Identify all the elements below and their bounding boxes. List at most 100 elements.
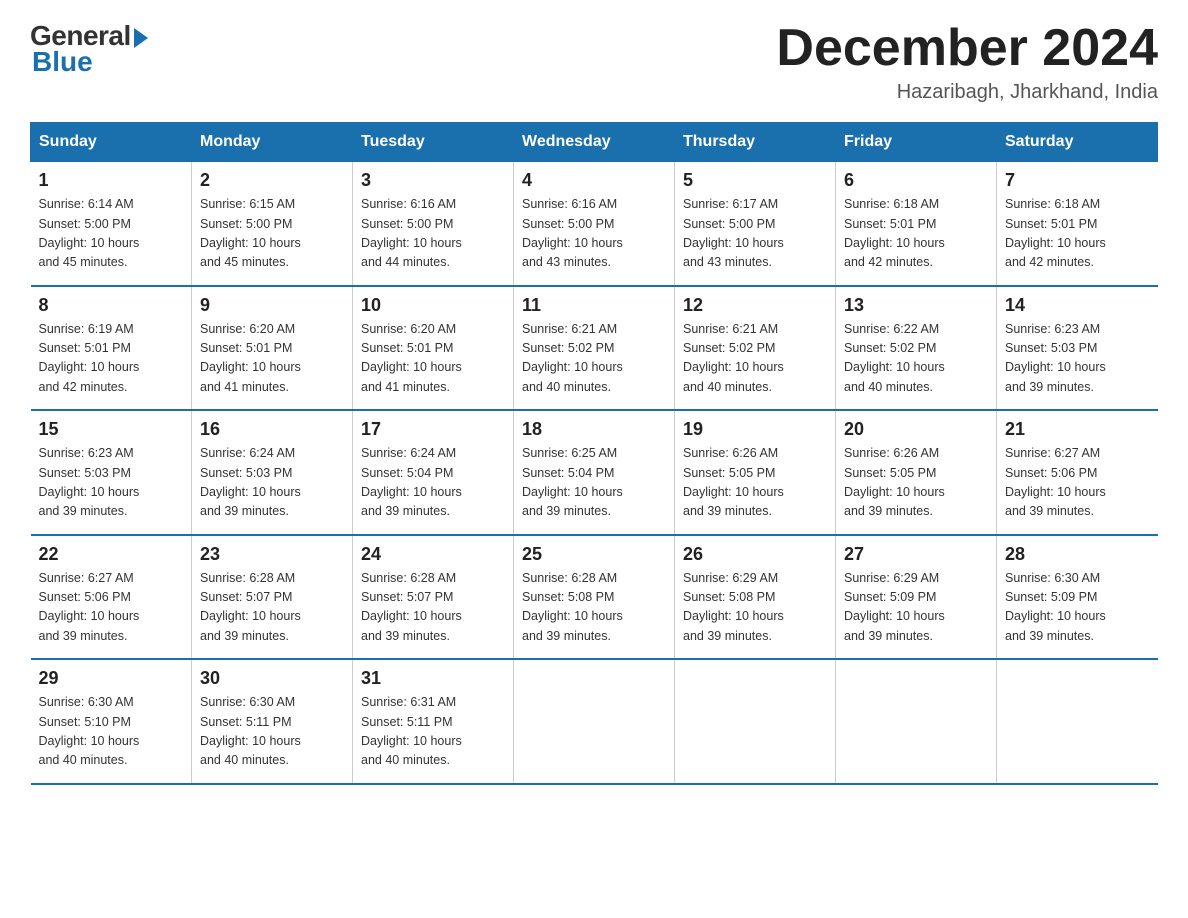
day-info: Sunrise: 6:20 AM Sunset: 5:01 PM Dayligh… xyxy=(361,320,505,398)
calendar-cell: 16 Sunrise: 6:24 AM Sunset: 5:03 PM Dayli… xyxy=(192,410,353,535)
calendar-cell: 1 Sunrise: 6:14 AM Sunset: 5:00 PM Daylig… xyxy=(31,162,192,286)
column-header-friday: Friday xyxy=(836,123,997,162)
calendar-cell: 11 Sunrise: 6:21 AM Sunset: 5:02 PM Dayli… xyxy=(514,286,675,411)
calendar-table: SundayMondayTuesdayWednesdayThursdayFrid… xyxy=(30,122,1158,785)
day-info: Sunrise: 6:16 AM Sunset: 5:00 PM Dayligh… xyxy=(361,195,505,273)
day-number: 15 xyxy=(39,419,184,440)
day-number: 19 xyxy=(683,419,827,440)
calendar-cell: 25Sunrise: 6:28 AM Sunset: 5:08 PM Dayli… xyxy=(514,535,675,660)
day-info: Sunrise: 6:29 AM Sunset: 5:09 PM Dayligh… xyxy=(844,569,988,647)
day-number: 29 xyxy=(39,668,184,689)
calendar-cell: 14 Sunrise: 6:23 AM Sunset: 5:03 PM Dayli… xyxy=(997,286,1158,411)
calendar-cell: 27 Sunrise: 6:29 AM Sunset: 5:09 PM Dayli… xyxy=(836,535,997,660)
day-number: 9 xyxy=(200,295,344,316)
calendar-cell: 28 Sunrise: 6:30 AM Sunset: 5:09 PM Dayli… xyxy=(997,535,1158,660)
week-row-4: 22 Sunrise: 6:27 AM Sunset: 5:06 PM Dayli… xyxy=(31,535,1158,660)
day-number: 3 xyxy=(361,170,505,191)
calendar-cell: 5 Sunrise: 6:17 AM Sunset: 5:00 PM Daylig… xyxy=(675,162,836,286)
calendar-cell: 21 Sunrise: 6:27 AM Sunset: 5:06 PM Dayli… xyxy=(997,410,1158,535)
day-info: Sunrise: 6:22 AM Sunset: 5:02 PM Dayligh… xyxy=(844,320,988,398)
calendar-cell: 15 Sunrise: 6:23 AM Sunset: 5:03 PM Dayli… xyxy=(31,410,192,535)
day-info: Sunrise: 6:19 AM Sunset: 5:01 PM Dayligh… xyxy=(39,320,184,398)
calendar-cell: 9 Sunrise: 6:20 AM Sunset: 5:01 PM Daylig… xyxy=(192,286,353,411)
title-block: December 2024 Hazaribagh, Jharkhand, Ind… xyxy=(776,20,1158,104)
calendar-cell xyxy=(836,659,997,784)
day-number: 21 xyxy=(1005,419,1150,440)
day-info: Sunrise: 6:24 AM Sunset: 5:03 PM Dayligh… xyxy=(200,444,344,522)
day-info: Sunrise: 6:31 AM Sunset: 5:11 PM Dayligh… xyxy=(361,693,505,771)
day-info: Sunrise: 6:28 AM Sunset: 5:07 PM Dayligh… xyxy=(200,569,344,647)
day-number: 31 xyxy=(361,668,505,689)
calendar-cell: 4 Sunrise: 6:16 AM Sunset: 5:00 PM Daylig… xyxy=(514,162,675,286)
calendar-cell: 17Sunrise: 6:24 AM Sunset: 5:04 PM Dayli… xyxy=(353,410,514,535)
calendar-cell: 24 Sunrise: 6:28 AM Sunset: 5:07 PM Dayli… xyxy=(353,535,514,660)
calendar-cell: 26Sunrise: 6:29 AM Sunset: 5:08 PM Dayli… xyxy=(675,535,836,660)
day-number: 1 xyxy=(39,170,184,191)
week-row-5: 29 Sunrise: 6:30 AM Sunset: 5:10 PM Dayli… xyxy=(31,659,1158,784)
day-number: 14 xyxy=(1005,295,1150,316)
day-info: Sunrise: 6:23 AM Sunset: 5:03 PM Dayligh… xyxy=(39,444,184,522)
day-info: Sunrise: 6:20 AM Sunset: 5:01 PM Dayligh… xyxy=(200,320,344,398)
calendar-cell: 18 Sunrise: 6:25 AM Sunset: 5:04 PM Dayli… xyxy=(514,410,675,535)
day-info: Sunrise: 6:27 AM Sunset: 5:06 PM Dayligh… xyxy=(1005,444,1150,522)
day-info: Sunrise: 6:30 AM Sunset: 5:11 PM Dayligh… xyxy=(200,693,344,771)
day-info: Sunrise: 6:25 AM Sunset: 5:04 PM Dayligh… xyxy=(522,444,666,522)
day-info: Sunrise: 6:17 AM Sunset: 5:00 PM Dayligh… xyxy=(683,195,827,273)
day-info: Sunrise: 6:27 AM Sunset: 5:06 PM Dayligh… xyxy=(39,569,184,647)
day-info: Sunrise: 6:26 AM Sunset: 5:05 PM Dayligh… xyxy=(683,444,827,522)
day-info: Sunrise: 6:16 AM Sunset: 5:00 PM Dayligh… xyxy=(522,195,666,273)
calendar-cell: 7Sunrise: 6:18 AM Sunset: 5:01 PM Daylig… xyxy=(997,162,1158,286)
day-number: 16 xyxy=(200,419,344,440)
calendar-cell xyxy=(675,659,836,784)
day-number: 5 xyxy=(683,170,827,191)
day-info: Sunrise: 6:28 AM Sunset: 5:08 PM Dayligh… xyxy=(522,569,666,647)
day-info: Sunrise: 6:24 AM Sunset: 5:04 PM Dayligh… xyxy=(361,444,505,522)
day-number: 8 xyxy=(39,295,184,316)
day-info: Sunrise: 6:28 AM Sunset: 5:07 PM Dayligh… xyxy=(361,569,505,647)
calendar-cell: 3 Sunrise: 6:16 AM Sunset: 5:00 PM Daylig… xyxy=(353,162,514,286)
calendar-cell xyxy=(997,659,1158,784)
day-info: Sunrise: 6:26 AM Sunset: 5:05 PM Dayligh… xyxy=(844,444,988,522)
day-info: Sunrise: 6:18 AM Sunset: 5:01 PM Dayligh… xyxy=(844,195,988,273)
column-header-saturday: Saturday xyxy=(997,123,1158,162)
day-number: 18 xyxy=(522,419,666,440)
day-number: 7 xyxy=(1005,170,1150,191)
day-number: 12 xyxy=(683,295,827,316)
day-number: 13 xyxy=(844,295,988,316)
location: Hazaribagh, Jharkhand, India xyxy=(776,81,1158,104)
week-row-3: 15 Sunrise: 6:23 AM Sunset: 5:03 PM Dayli… xyxy=(31,410,1158,535)
day-number: 28 xyxy=(1005,544,1150,565)
calendar-cell: 2Sunrise: 6:15 AM Sunset: 5:00 PM Daylig… xyxy=(192,162,353,286)
column-header-sunday: Sunday xyxy=(31,123,192,162)
day-number: 30 xyxy=(200,668,344,689)
column-header-wednesday: Wednesday xyxy=(514,123,675,162)
day-number: 6 xyxy=(844,170,988,191)
calendar-cell: 19 Sunrise: 6:26 AM Sunset: 5:05 PM Dayli… xyxy=(675,410,836,535)
calendar-cell: 23Sunrise: 6:28 AM Sunset: 5:07 PM Dayli… xyxy=(192,535,353,660)
calendar-cell: 13 Sunrise: 6:22 AM Sunset: 5:02 PM Dayli… xyxy=(836,286,997,411)
logo-arrow-icon xyxy=(134,28,148,48)
day-info: Sunrise: 6:29 AM Sunset: 5:08 PM Dayligh… xyxy=(683,569,827,647)
day-number: 11 xyxy=(522,295,666,316)
column-header-monday: Monday xyxy=(192,123,353,162)
day-number: 27 xyxy=(844,544,988,565)
day-number: 4 xyxy=(522,170,666,191)
day-info: Sunrise: 6:30 AM Sunset: 5:10 PM Dayligh… xyxy=(39,693,184,771)
day-info: Sunrise: 6:21 AM Sunset: 5:02 PM Dayligh… xyxy=(522,320,666,398)
calendar-cell: 31 Sunrise: 6:31 AM Sunset: 5:11 PM Dayli… xyxy=(353,659,514,784)
calendar-cell: 30 Sunrise: 6:30 AM Sunset: 5:11 PM Dayli… xyxy=(192,659,353,784)
week-row-2: 8 Sunrise: 6:19 AM Sunset: 5:01 PM Daylig… xyxy=(31,286,1158,411)
day-info: Sunrise: 6:15 AM Sunset: 5:00 PM Dayligh… xyxy=(200,195,344,273)
day-info: Sunrise: 6:14 AM Sunset: 5:00 PM Dayligh… xyxy=(39,195,184,273)
day-info: Sunrise: 6:30 AM Sunset: 5:09 PM Dayligh… xyxy=(1005,569,1150,647)
day-info: Sunrise: 6:23 AM Sunset: 5:03 PM Dayligh… xyxy=(1005,320,1150,398)
day-number: 20 xyxy=(844,419,988,440)
day-number: 24 xyxy=(361,544,505,565)
calendar-cell: 10Sunrise: 6:20 AM Sunset: 5:01 PM Dayli… xyxy=(353,286,514,411)
logo-blue-text: Blue xyxy=(32,46,93,78)
day-number: 22 xyxy=(39,544,184,565)
calendar-cell: 6 Sunrise: 6:18 AM Sunset: 5:01 PM Daylig… xyxy=(836,162,997,286)
calendar-cell: 29 Sunrise: 6:30 AM Sunset: 5:10 PM Dayli… xyxy=(31,659,192,784)
calendar-cell: 8 Sunrise: 6:19 AM Sunset: 5:01 PM Daylig… xyxy=(31,286,192,411)
month-title: December 2024 xyxy=(776,20,1158,77)
